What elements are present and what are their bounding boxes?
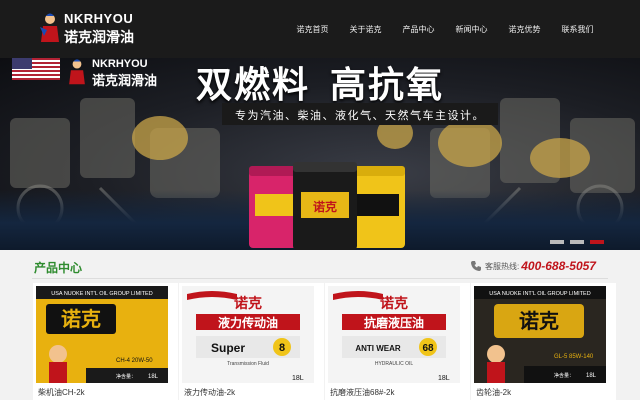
nav-advantages[interactable]: 诺克优势 [498,24,551,35]
product-spec-text: CH-4 20W-50 [116,358,153,364]
product-brand-text: 诺克 [61,307,101,331]
products-section: 产品中心 客服热线: 400-688-5057 USA NUOKE INT'L … [0,250,640,400]
headline-left: 双燃料 [195,65,310,106]
site-header: NKRHYOU 诺克润滑油 诺克首页 关于诺克 产品中心 新闻中心 诺克优势 联… [0,0,640,58]
product-card[interactable]: USA NUOKE INT'L OIL GROUP LIMITED 诺克 GL-… [471,283,616,400]
section-title: 产品中心 [34,261,83,275]
logo-text-cn: 诺克润滑油 [64,29,134,45]
slide-dot-2[interactable] [570,240,584,244]
product-word-text: Super [211,341,245,355]
slide-dot-1[interactable] [550,240,564,244]
product-image: 诺克 液力传动油 Super 8 Transmission Fluid 18L [182,286,314,383]
product-sub-text: Transmission Fluid [227,361,269,367]
product-banner-text: USA NUOKE INT'L OIL GROUP LIMITED [489,291,590,297]
product-sub-text: HYDRAULIC OIL [375,361,414,367]
product-note-text: 净含量： [554,372,574,379]
product-banner-text: USA NUOKE INT'L OIL GROUP LIMITED [51,291,152,297]
phone-icon [471,261,481,271]
slider-dots [550,240,604,244]
product-name[interactable]: 柴机油CH-2k [38,387,85,398]
product-volume-text: 18L [438,375,450,382]
hotline-label: 客服热线: [485,261,520,271]
banner-headline: 双燃料 高抗氧 [0,58,640,108]
nav-contact[interactable]: 联系我们 [551,24,604,35]
product-image: USA NUOKE INT'L OIL GROUP LIMITED 诺克 GL-… [474,286,606,383]
product-title-text: 液力传动油 [218,315,278,330]
hotline-number[interactable]: 400-688-5057 [521,259,596,273]
oil-buckets-image: 诺克 [249,162,405,250]
site-logo[interactable]: NKRHYOU 诺克润滑油 [38,8,148,48]
mascot-icon [40,13,59,42]
product-volume-text: 18L [586,373,597,379]
nav-products[interactable]: 产品中心 [392,24,445,35]
product-image: USA NUOKE INT'L OIL GROUP LIMITED 诺克 CH-… [36,286,168,383]
product-volume-text: 18L [148,374,159,380]
product-card[interactable]: 诺克 抗磨液压油 ANTI WEAR 68 HYDRAULIC OIL 18L … [325,283,470,400]
nav-news[interactable]: 新闻中心 [445,24,498,35]
hotline: 客服热线: 400-688-5057 [470,258,596,274]
product-card[interactable]: USA NUOKE INT'L OIL GROUP LIMITED 诺克 CH-… [33,283,178,400]
product-grade-text: 8 [279,342,285,354]
product-title-text: 抗磨液压油 [364,315,424,330]
product-brand-text: 诺克 [380,295,408,312]
main-nav: 诺克首页 关于诺克 产品中心 新闻中心 诺克优势 联系我们 [286,0,604,58]
product-image: 诺克 抗磨液压油 ANTI WEAR 68 HYDRAULIC OIL 18L [328,286,460,383]
product-word-text: ANTI WEAR [355,344,401,353]
logo-text-en: NKRHYOU [64,11,134,26]
nav-about[interactable]: 关于诺克 [339,24,392,35]
svg-text:诺克: 诺克 [313,199,337,214]
banner-subline: 专为汽油、柴油、液化气、天然气车主设计。 [235,110,485,122]
product-card[interactable]: 诺克 液力传动油 Super 8 Transmission Fluid 18L … [179,283,324,400]
product-name[interactable]: 齿轮油-2k [476,387,511,398]
product-grade-text: 68 [422,343,434,354]
hero-banner[interactable]: NKRHYOU 诺克润滑油 双燃料 高抗氧 专为汽油、柴油、液化气、天然气车主设计… [0,58,640,250]
product-name[interactable]: 液力传动油-2k [184,387,235,398]
product-note-text: 净含量： [116,373,136,380]
product-volume-text: 18L [292,375,304,382]
slide-dot-3[interactable] [590,240,604,244]
product-name[interactable]: 抗磨液压油68#-2k [330,387,394,398]
nav-home[interactable]: 诺克首页 [286,24,339,35]
product-brand-text: 诺克 [519,309,559,333]
product-brand-text: 诺克 [234,295,262,312]
headline-right: 高抗氧 [330,65,445,106]
product-list: USA NUOKE INT'L OIL GROUP LIMITED 诺克 CH-… [33,283,617,400]
product-spec-text: GL-5 85W-140 [554,354,594,360]
section-divider [32,278,608,279]
